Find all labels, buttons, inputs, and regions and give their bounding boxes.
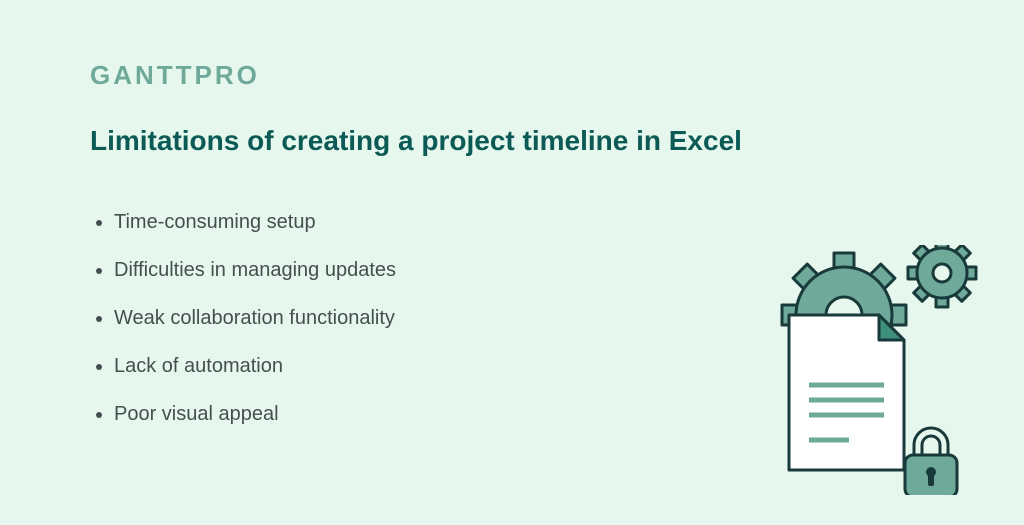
lock-icon: [905, 428, 957, 495]
brand-logo: GANTTPRO: [90, 60, 934, 91]
document-gears-lock-illustration: [734, 245, 984, 495]
list-item: Time-consuming setup: [114, 209, 934, 235]
page-title: Limitations of creating a project timeli…: [90, 125, 934, 157]
gear-small-icon: [908, 245, 976, 307]
document-icon: [789, 315, 904, 470]
